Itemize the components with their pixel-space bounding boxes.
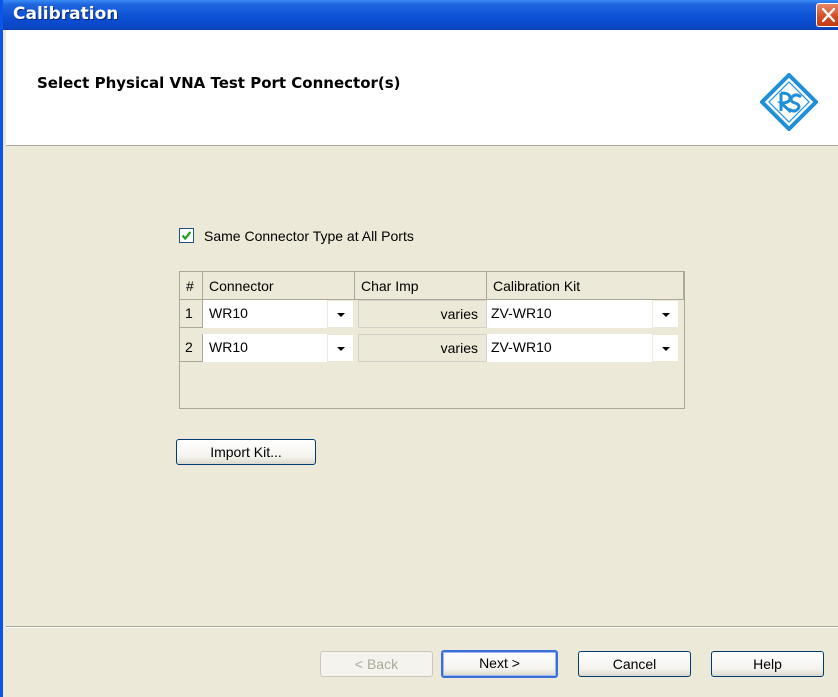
column-header-char-imp: Char Imp [355,272,487,300]
char-imp-cell: varies [358,300,487,328]
window-title: Calibration [13,4,119,24]
back-button[interactable]: < Back [320,651,433,677]
page-heading: Select Physical VNA Test Port Connector(… [37,74,401,92]
connector-cell[interactable]: WR10 [203,300,327,328]
help-button[interactable]: Help [711,651,824,677]
connector-grid: # Connector Char Imp Calibration Kit 1 W… [179,271,685,409]
same-connector-label: Same Connector Type at All Ports [204,228,414,244]
footer-separator [6,626,838,628]
calibration-kit-dropdown-button[interactable] [652,301,678,327]
column-header-connector: Connector [203,272,355,300]
wizard-header: Select Physical VNA Test Port Connector(… [6,30,838,146]
column-header-calibration-kit: Calibration Kit [487,272,684,300]
same-connector-checkbox[interactable] [179,228,194,243]
next-button[interactable]: Next > [441,650,558,678]
cancel-button[interactable]: Cancel [578,651,691,677]
connector-dropdown-button[interactable] [327,335,353,361]
import-kit-button[interactable]: Import Kit... [176,439,316,465]
close-button[interactable] [816,3,838,27]
rs-logo-icon [760,73,818,131]
close-icon [822,8,835,22]
row-number: 1 [180,300,203,328]
column-header-number: # [180,272,203,300]
calibration-kit-dropdown-button[interactable] [652,335,678,361]
calibration-kit-cell[interactable]: ZV-WR10 [487,300,652,328]
checkmark-icon [181,231,192,241]
char-imp-cell: varies [358,334,487,362]
row-number: 2 [180,334,203,362]
title-bar[interactable]: Calibration [3,0,838,30]
connector-dropdown-button[interactable] [327,301,353,327]
calibration-dialog: Calibration Select Physical VNA Test Por… [0,0,838,697]
connector-cell[interactable]: WR10 [203,334,327,362]
calibration-kit-cell[interactable]: ZV-WR10 [487,334,652,362]
